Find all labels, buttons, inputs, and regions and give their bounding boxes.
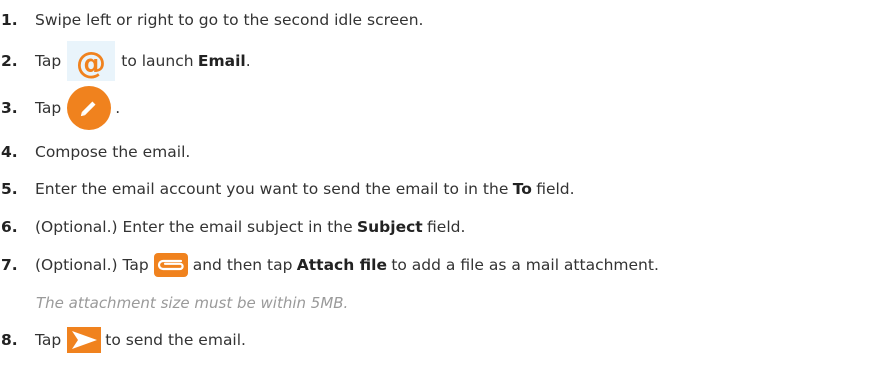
step-bold-attach-file: Attach file [296,256,387,274]
step-text-pre: (Optional.) Enter the email subject in t… [35,218,353,236]
step-text-post: to add a file as a mail attachment. [391,256,659,274]
step-text: Enter the email account you want to send… [35,180,575,198]
pencil-icon [65,84,113,132]
send-arrow-icon [67,327,102,353]
at-sign-icon: @ [67,41,116,81]
step-number: 3. [1,99,18,117]
step-number: 4. [1,143,18,161]
step-text-pre: (Optional.) Tap [35,256,149,274]
step-text: Compose the email. [35,143,191,161]
step-number: 7. [1,256,18,274]
step-text: Swipe left or right to go to the second … [35,11,424,29]
step-text: (Optional.) Enter the email subject in t… [35,218,465,236]
step-bold-email: Email [197,52,246,70]
step-text-mid: and then tap [192,256,293,274]
instruction-steps: 1. Swipe left or right to go to the seco… [0,0,869,380]
step-text-post: field. [536,180,575,198]
step-text-end: . [245,52,251,70]
step-number: 6. [1,218,18,236]
step-text-post: to launch [121,52,194,70]
step-bold-subject: Subject [356,218,423,236]
step-text: Tap . [35,84,120,132]
step-text: (Optional.) Tap and then tap Attach file… [35,253,659,277]
step-text-end: . [115,99,121,117]
paperclip-icon [153,253,188,277]
step-number: 1. [1,11,18,29]
step-text-post: field. [427,218,466,236]
step-bold-to: To [512,180,532,198]
step-text: Tap @ to launch Email . [35,41,251,81]
step-7-note: The attachment size must be within 5MB. [36,294,349,312]
step-number: 8. [1,331,18,349]
step-text-pre: Tap [35,99,62,117]
step-number: 5. [1,180,18,198]
step-text-post: to send the email. [105,331,246,349]
step-text-pre: Tap [35,52,62,70]
step-text-pre: Tap [35,331,62,349]
step-number: 2. [1,52,18,70]
svg-text:@: @ [76,46,106,81]
step-text-pre: Enter the email account you want to send… [35,180,509,198]
step-text: Tap to send the email. [35,327,246,353]
